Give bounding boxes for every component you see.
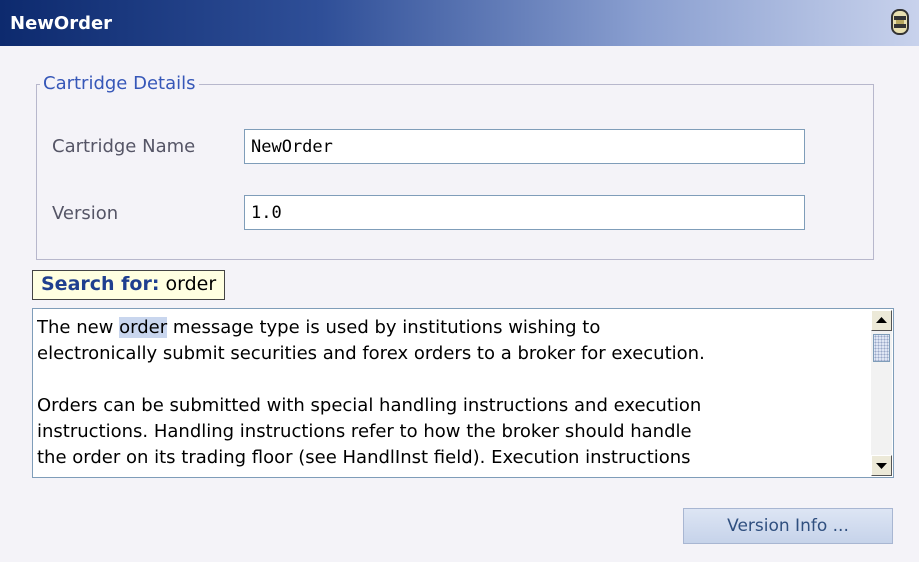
description-line: instructions. Handling instructions refe…: [37, 421, 692, 442]
version-info-button[interactable]: Version Info ...: [683, 508, 893, 544]
scroll-up-icon: [876, 317, 887, 323]
scroll-up-button[interactable]: [871, 310, 892, 331]
version-label: Version: [52, 203, 119, 224]
description-text: The new order message type is used by in…: [37, 315, 873, 473]
cartridge-name-input[interactable]: [244, 129, 805, 164]
scroll-thumb[interactable]: [873, 334, 890, 362]
description-scrollbar[interactable]: [871, 310, 892, 476]
cartridge-name-label: Cartridge Name: [52, 136, 196, 157]
description-textarea[interactable]: The new order message type is used by in…: [32, 308, 894, 478]
cartridge-details-legend: Cartridge Details: [40, 73, 199, 94]
search-term: order: [165, 273, 217, 295]
description-line: The new order message type is used by in…: [37, 317, 601, 338]
title-bar: NewOrder: [0, 0, 919, 46]
description-line: the order on its trading floor (see Hand…: [37, 447, 691, 468]
description-line: electronically submit securities and for…: [37, 343, 705, 364]
cartridge-icon: [891, 9, 909, 35]
search-label: Search for:: [41, 273, 160, 295]
cartridge-window: NewOrder Cartridge Details Cartridge Nam…: [0, 0, 919, 562]
search-highlight: order: [119, 317, 168, 338]
description-line: Orders can be submitted with special han…: [37, 395, 702, 416]
cartridge-details-group: [36, 84, 874, 260]
version-input[interactable]: [244, 195, 805, 230]
scroll-down-button[interactable]: [871, 455, 892, 476]
scroll-down-icon: [876, 463, 887, 469]
search-tooltip: Search for: order: [32, 270, 226, 300]
window-title: NewOrder: [10, 13, 113, 34]
